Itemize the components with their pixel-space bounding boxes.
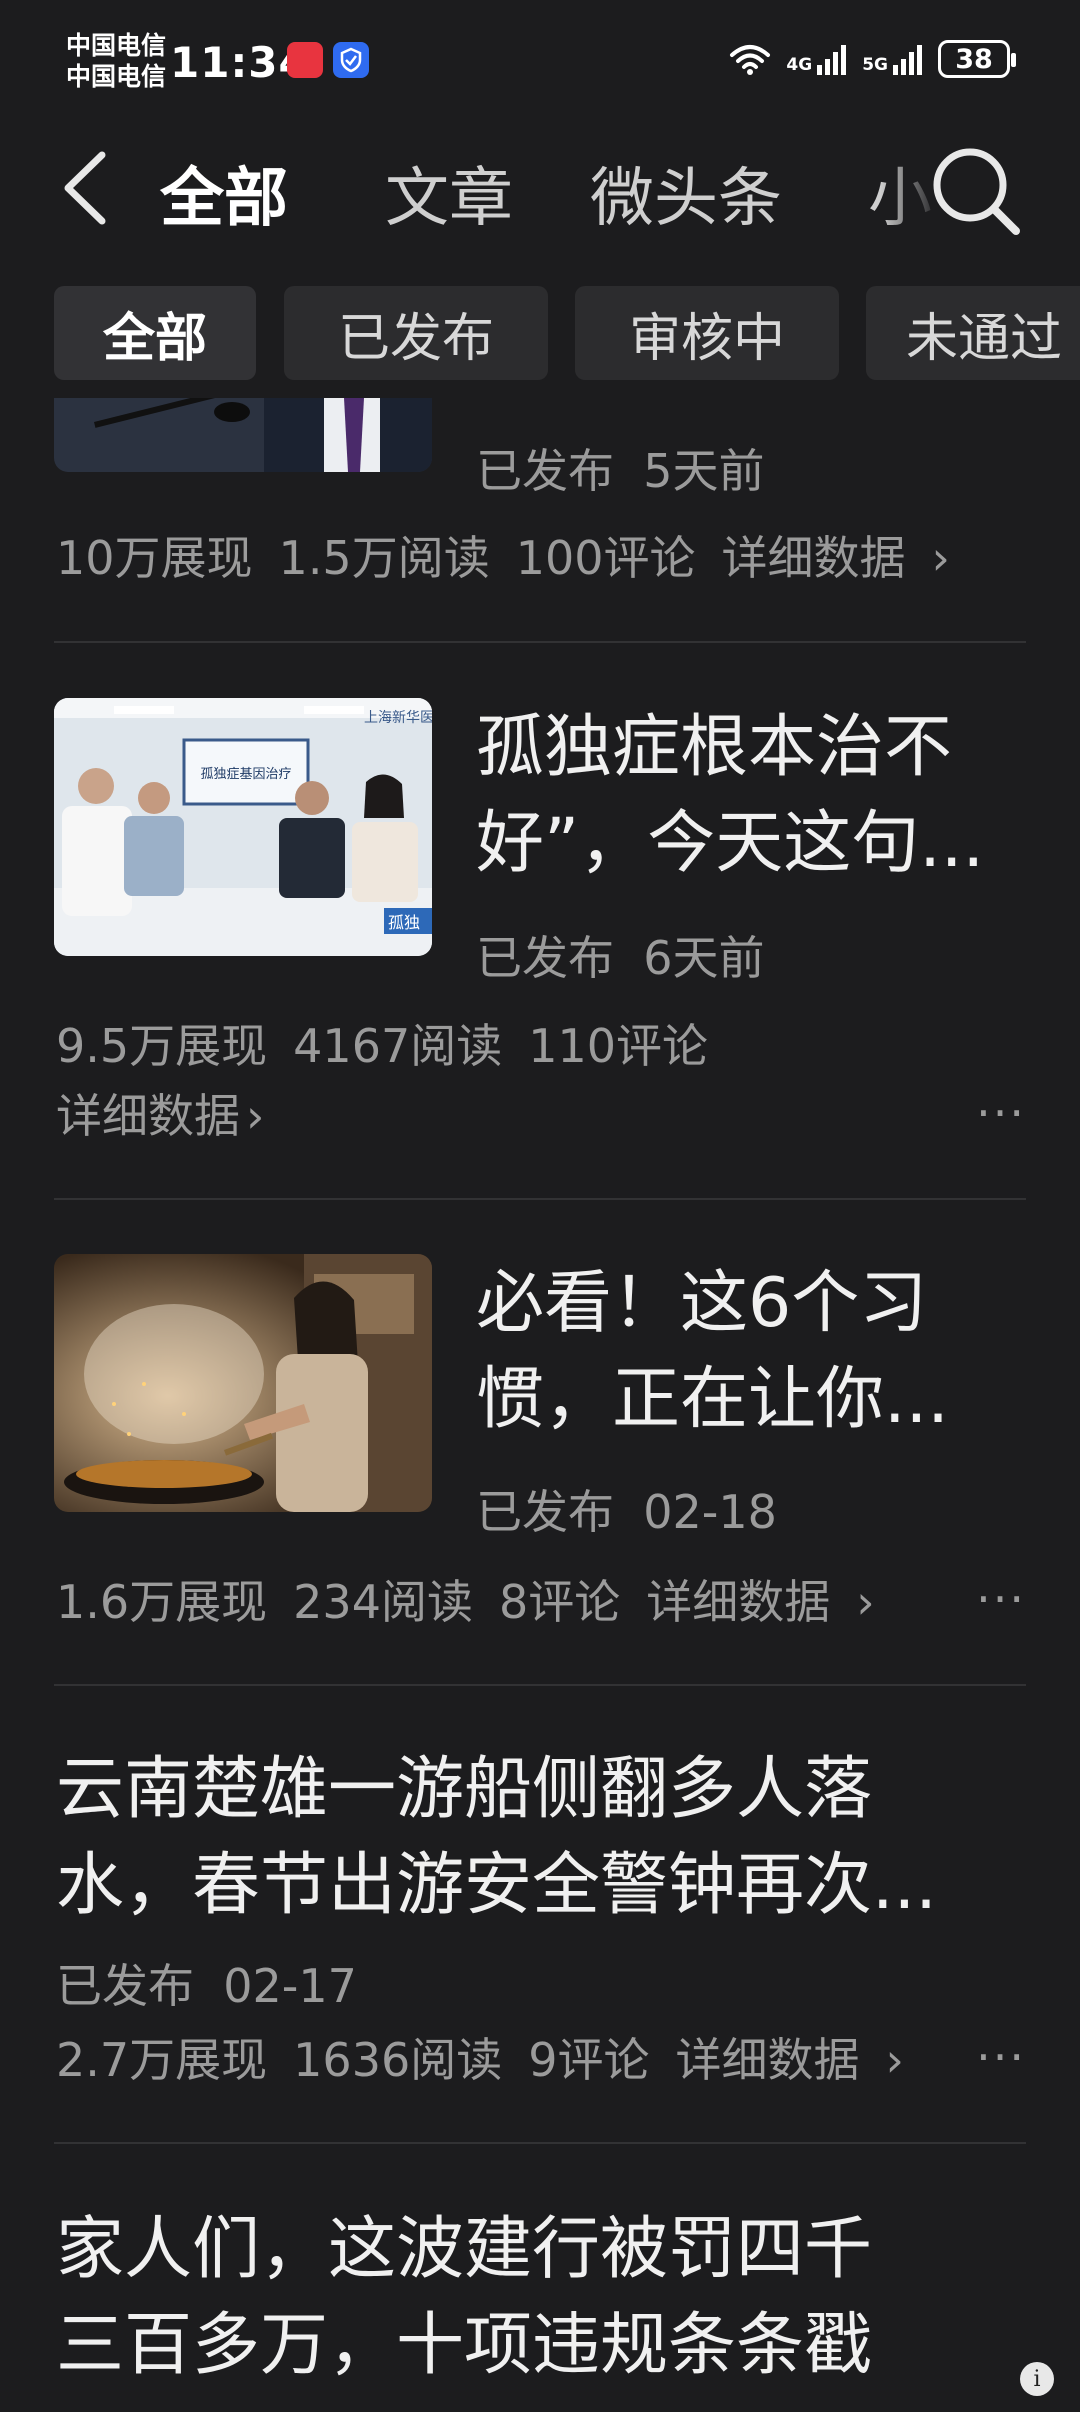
thumbnail-caption: 孤独症基因治疗 xyxy=(200,767,291,782)
article-stats: 9.5万展现 4167阅读 110评论 xyxy=(56,1010,734,1076)
network-4g-label: 4G xyxy=(786,55,813,75)
article-title-line: 必看！这6个习 xyxy=(476,1264,928,1343)
article-title: 家人们，这波建行被罚四千 三百多万，十项违规条条戳 xyxy=(56,2202,872,2394)
tab-articles[interactable]: 文章 xyxy=(385,147,513,239)
impressions: 9.5万展现 xyxy=(56,1019,268,1073)
status-bar: 中国电信 中国电信 11:34 4G 5G 38 xyxy=(0,0,1080,125)
article-time: 5天前 xyxy=(643,444,765,498)
article-title: 必看！这6个习 惯，正在让你... xyxy=(476,1256,949,1448)
signal-bars-icon xyxy=(893,45,922,75)
top-nav: 全部 文章 微头条 小 xyxy=(0,125,1080,250)
article-status: 已发布 xyxy=(476,444,614,498)
article-title-line: 好”，今天这句... xyxy=(476,804,985,883)
article-status-line: 已发布 02-18 xyxy=(476,1476,777,1542)
search-icon[interactable] xyxy=(920,135,1030,245)
detail-data-link[interactable]: 详细数据 › xyxy=(722,531,976,585)
article-stats: 1.6万展现 234阅读 8评论 详细数据 › xyxy=(56,1566,927,1632)
battery-icon: 38 xyxy=(938,40,1016,78)
article-title-line: 惯，正在让你... xyxy=(476,1360,949,1439)
divider xyxy=(54,2142,1026,2144)
article-time: 02-18 xyxy=(643,1485,777,1539)
carrier-2: 中国电信 xyxy=(66,62,167,91)
article-status-line: 已发布 5天前 xyxy=(476,435,765,501)
divider xyxy=(54,641,1026,643)
wifi-icon xyxy=(730,45,771,75)
tab-micro-headlines[interactable]: 微头条 xyxy=(590,147,782,239)
article-thumbnail xyxy=(54,398,432,472)
reads: 1636阅读 xyxy=(293,2033,503,2087)
impressions: 10万展现 xyxy=(56,531,253,585)
thumbnail-corner-text: 上海新华医 xyxy=(364,710,432,726)
article-status: 已发布 xyxy=(476,931,614,985)
detail-data-label: 详细数据 xyxy=(56,1089,240,1143)
network-5g-label: 5G xyxy=(862,55,888,75)
signal-bars-icon xyxy=(817,45,847,75)
impressions: 2.7万展现 xyxy=(56,2033,268,2087)
article-title: 云南楚雄一游船侧翻多人落 水，春节出游安全警钟再次... xyxy=(56,1742,937,1934)
filter-reviewing[interactable]: 审核中 xyxy=(575,286,839,380)
article-title-line: 孤独症根本治不 xyxy=(476,708,953,787)
divider xyxy=(54,1198,1026,1200)
article-title-line: 家人们，这波建行被罚四千 xyxy=(56,2210,873,2289)
filter-published[interactable]: 已发布 xyxy=(284,286,548,380)
carrier-1: 中国电信 xyxy=(66,31,167,60)
detail-data-link[interactable]: 详细数据 › xyxy=(56,1080,290,1146)
article-stats: 10万展现 1.5万阅读 100评论 详细数据 › xyxy=(56,522,1002,588)
more-options-icon[interactable]: ··· xyxy=(976,1572,1026,1626)
comments: 8评论 xyxy=(498,1575,621,1629)
tab-all[interactable]: 全部 xyxy=(160,147,288,239)
signal-5g: 5G xyxy=(862,43,924,75)
article-stats: 2.7万展现 1636阅读 9评论 详细数据 › xyxy=(56,2024,956,2090)
reads: 234阅读 xyxy=(293,1575,473,1629)
app-notification-icon xyxy=(287,42,323,78)
battery-level: 38 xyxy=(955,43,993,75)
chevron-right-icon: › xyxy=(931,531,950,585)
reads: 1.5万阅读 xyxy=(278,531,490,585)
article-title: 孤独症根本治不 好”，今天这句... xyxy=(476,700,984,892)
article-status: 已发布 xyxy=(56,1959,194,2013)
shield-app-icon xyxy=(333,42,369,78)
status-indicators: 4G 5G 38 xyxy=(728,40,1016,78)
divider xyxy=(54,1684,1026,1686)
chevron-right-icon: › xyxy=(856,1575,875,1629)
detail-data-link[interactable]: 详细数据 › xyxy=(676,2033,930,2087)
comments: 9评论 xyxy=(528,2033,650,2087)
reads: 4167阅读 xyxy=(293,1019,503,1073)
article-title-line: 三百多万，十项违规条条戳 xyxy=(56,2306,873,2385)
detail-data-link[interactable]: 详细数据 › xyxy=(646,1575,900,1629)
filter-rejected[interactable]: 未通过 xyxy=(866,286,1080,380)
article-status-line: 已发布 6天前 xyxy=(476,922,765,988)
detail-data-label: 详细数据 xyxy=(646,1575,831,1629)
thumbnail-tag: 孤独 xyxy=(388,913,420,932)
article-time: 02-17 xyxy=(223,1959,357,2013)
article-status: 已发布 xyxy=(476,1485,614,1539)
article-time: 6天前 xyxy=(643,931,765,985)
filter-chips: 全部 已发布 审核中 未通过 xyxy=(0,286,1080,380)
info-icon[interactable]: i xyxy=(1020,2362,1054,2396)
chevron-right-icon: › xyxy=(246,1089,265,1143)
impressions: 1.6万展现 xyxy=(56,1575,268,1629)
detail-data-label: 详细数据 xyxy=(721,531,906,585)
comments: 110评论 xyxy=(528,1019,709,1073)
more-options-icon[interactable]: ··· xyxy=(976,2030,1026,2084)
filter-all[interactable]: 全部 xyxy=(54,286,256,380)
article-status-line: 已发布 02-17 xyxy=(56,1950,357,2016)
article-title-line: 水，春节出游安全警钟再次... xyxy=(56,1846,937,1925)
detail-data-label: 详细数据 xyxy=(675,2033,860,2087)
back-chevron-icon[interactable] xyxy=(52,143,122,233)
more-options-icon[interactable]: ··· xyxy=(976,1086,1026,1140)
signal-4g: 4G xyxy=(786,43,848,75)
chevron-right-icon: › xyxy=(885,2033,904,2087)
article-thumbnail: 孤独症基因治疗 上海新华医 孤独 xyxy=(54,698,432,956)
comments: 100评论 xyxy=(515,531,696,585)
article-thumbnail xyxy=(54,1254,432,1512)
carrier-labels: 中国电信 中国电信 xyxy=(66,30,166,92)
article-title-line: 云南楚雄一游船侧翻多人落 xyxy=(56,1750,873,1829)
